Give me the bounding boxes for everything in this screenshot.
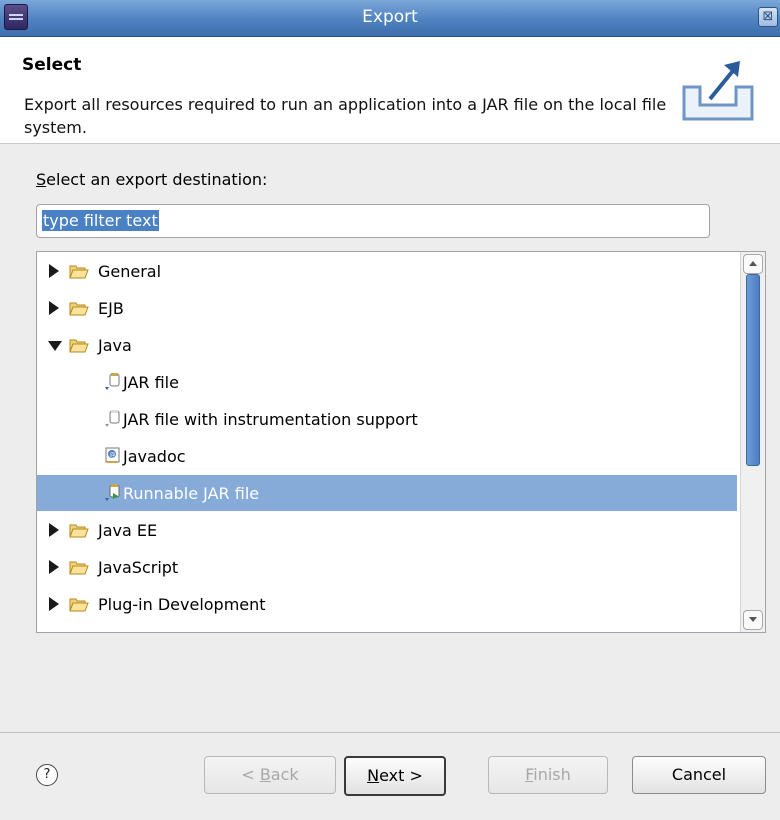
finish-button[interactable]: Finish: [488, 756, 608, 794]
footer-divider: [0, 732, 780, 733]
tree-item-runnable-jar[interactable]: Runnable JAR file: [37, 475, 737, 511]
expand-arrow-icon[interactable]: [49, 597, 59, 611]
scroll-up-button[interactable]: [743, 254, 763, 274]
tree-item-label: JAR file: [123, 372, 179, 392]
back-button-accel: B: [259, 765, 271, 784]
folder-icon: [69, 524, 89, 538]
window-title: Export: [362, 7, 418, 27]
folder-icon: [69, 265, 89, 279]
cancel-button[interactable]: Cancel: [632, 756, 766, 794]
finish-button-rest: inish: [533, 765, 571, 784]
back-button-rest: ack: [270, 765, 299, 784]
help-button[interactable]: ?: [36, 764, 58, 786]
tree-item-label: General: [98, 261, 162, 281]
tree-item-java[interactable]: Java: [37, 327, 737, 363]
expand-arrow-icon[interactable]: [49, 523, 59, 537]
tree-item-general[interactable]: General: [37, 253, 737, 289]
destination-label: Select an export destination:: [36, 170, 267, 189]
destination-label-text: elect an export destination:: [46, 170, 268, 189]
expand-arrow-icon[interactable]: [49, 560, 59, 574]
jar-file-icon: [105, 410, 120, 427]
tree-item-ejb[interactable]: EJB: [37, 290, 737, 326]
scrollbar-thumb[interactable]: [746, 274, 760, 466]
tree-item-javadoc[interactable]: @ Javadoc: [37, 438, 737, 474]
page-description: Export all resources required to run an …: [24, 95, 667, 137]
tree-item-java-ee[interactable]: Java EE: [37, 512, 737, 548]
back-button[interactable]: < Back: [204, 756, 336, 794]
expand-arrow-icon[interactable]: [49, 264, 59, 278]
runnable-jar-icon: [105, 484, 120, 501]
tree-item-javascript[interactable]: JavaScript: [37, 549, 737, 585]
page-title: Select: [22, 55, 82, 75]
tree-item-label: JavaScript: [98, 557, 179, 577]
close-button[interactable]: ⊠: [758, 7, 778, 27]
back-button-prefix: <: [241, 765, 260, 784]
tree-item-label: JAR file with instrumentation support: [123, 409, 418, 429]
export-destination-tree[interactable]: General EJB Java JAR file JAR file with …: [36, 251, 766, 633]
next-button-rest: ext >: [379, 766, 423, 785]
tree-item-label: Java: [98, 335, 132, 355]
next-button-accel: N: [367, 766, 380, 785]
scroll-down-button[interactable]: [743, 610, 763, 630]
folder-icon: [69, 302, 89, 316]
folder-open-icon: [69, 339, 89, 353]
filter-input-value: type filter text: [42, 210, 159, 231]
folder-icon: [69, 598, 89, 612]
wizard-header: Select Export all resources required to …: [0, 37, 780, 144]
tree-item-plugin-development[interactable]: Plug-in Development: [37, 586, 737, 622]
tree-item-label: Plug-in Development: [98, 594, 266, 614]
tree-item-label: Javadoc: [123, 446, 186, 466]
tree-item-jar-instrumentation[interactable]: JAR file with instrumentation support: [37, 401, 737, 437]
destination-label-accel: S: [36, 170, 47, 189]
vertical-scrollbar[interactable]: [740, 252, 765, 632]
title-bar[interactable]: Export ⊠: [0, 0, 780, 37]
javadoc-icon: @: [105, 447, 120, 463]
tree-item-label: Runnable JAR file: [123, 483, 260, 503]
jar-file-icon: [105, 373, 120, 390]
export-icon: [682, 61, 754, 121]
filter-input[interactable]: type filter text: [36, 204, 710, 238]
tree-item-label: Java EE: [98, 520, 158, 540]
tree-item-jar-file[interactable]: JAR file: [37, 364, 737, 400]
folder-icon: [69, 561, 89, 575]
next-button[interactable]: Next >: [344, 756, 446, 796]
svg-text:@: @: [110, 452, 116, 459]
expand-arrow-icon[interactable]: [49, 301, 59, 315]
collapse-arrow-icon[interactable]: [48, 341, 62, 351]
tree-item-label: EJB: [98, 298, 124, 318]
